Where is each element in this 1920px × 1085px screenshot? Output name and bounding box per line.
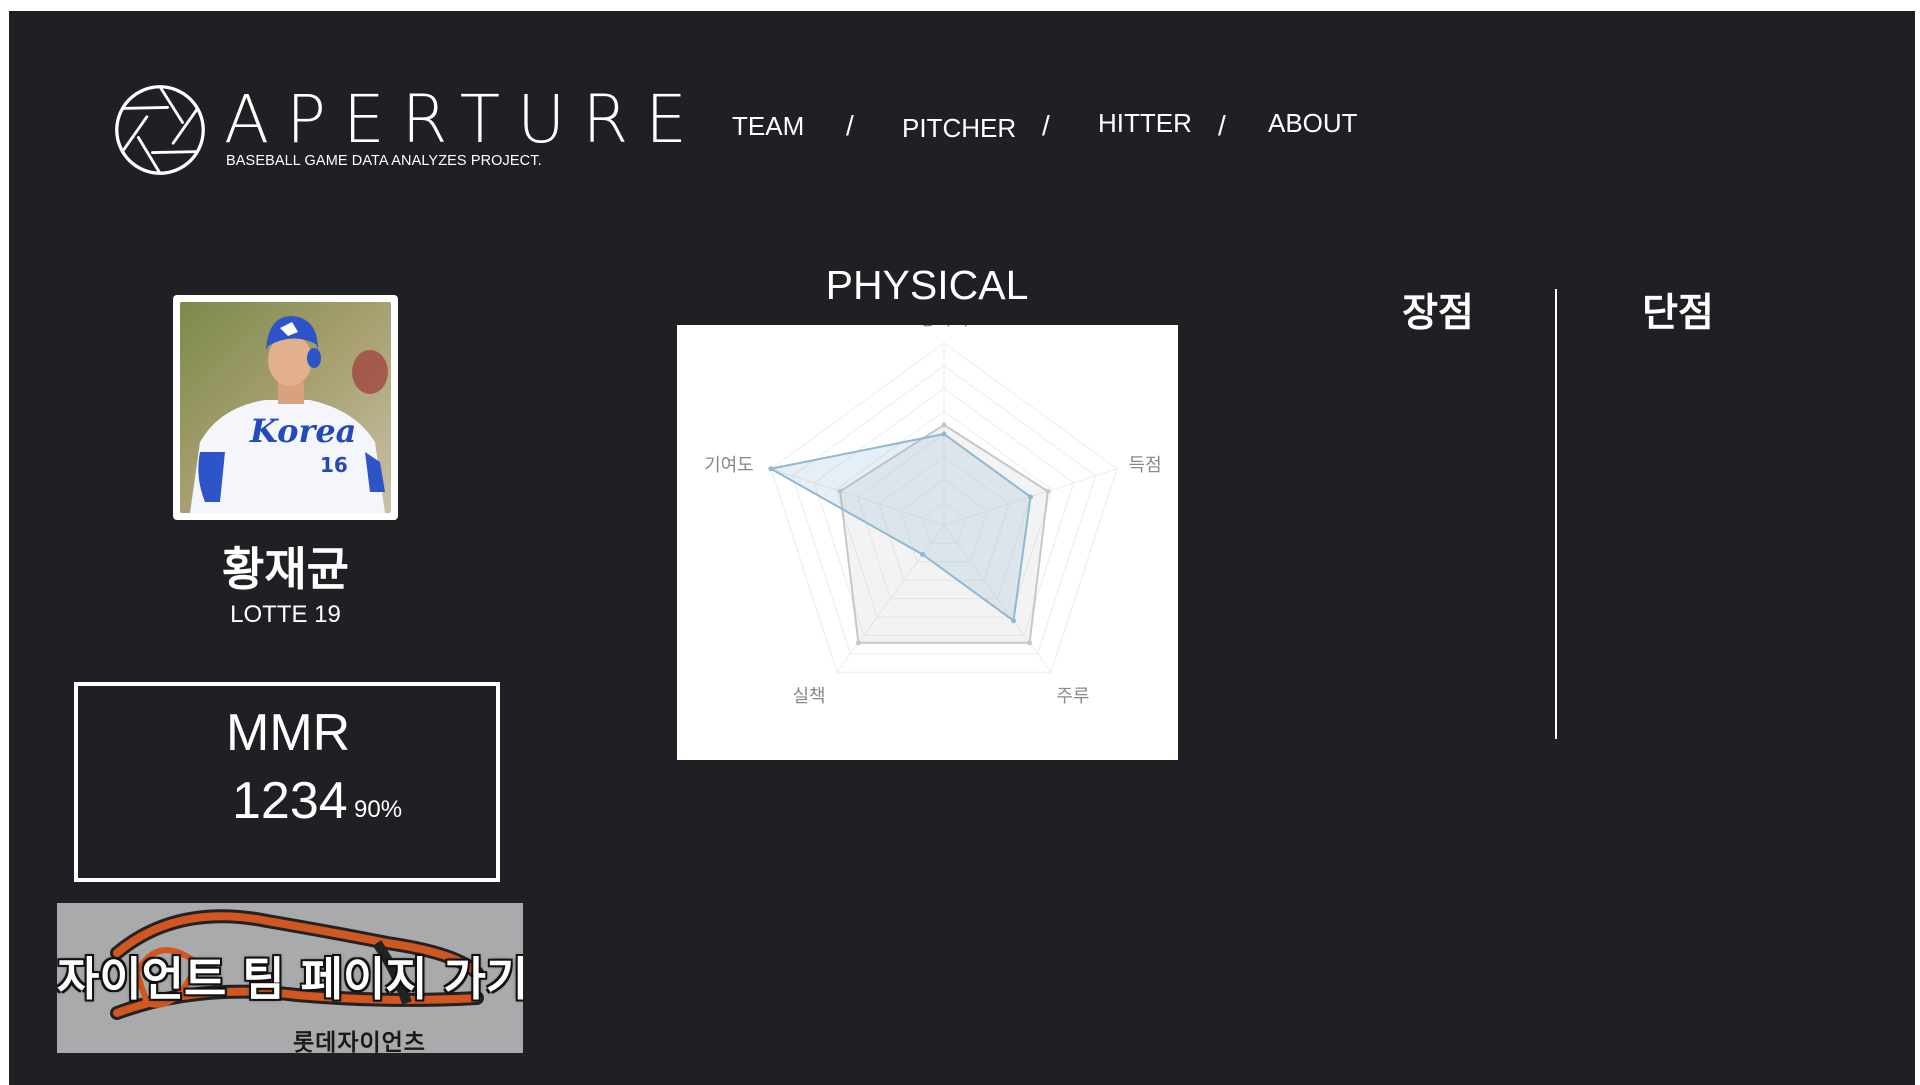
radar-data-point [941, 431, 947, 437]
radar-data-point [1011, 618, 1017, 624]
team-logo-text: 롯데자이언츠 [293, 1030, 426, 1053]
radar-axis-label: 장타력 [919, 325, 969, 330]
nav-about[interactable]: ABOUT [1268, 108, 1358, 139]
player-name: 황재균 [222, 542, 349, 596]
cons-heading: 단점 [1642, 291, 1714, 336]
pros-heading: 장점 [1402, 291, 1474, 336]
player-photo-frame: Korea 16 [173, 295, 398, 520]
team-page-button[interactable]: 자이언트 팀 페이지 가기 롯데자이언츠 [57, 903, 523, 1053]
radar-axis-label: 기여도 [704, 455, 754, 476]
radar-data-point [768, 466, 774, 472]
player-team: LOTTE 19 [230, 601, 341, 628]
column-divider [1555, 289, 1557, 739]
chart-title: PHYSICAL [825, 262, 1029, 308]
mmr-value: 1234 [232, 772, 348, 830]
radar-axis-label: 주루 [1056, 686, 1089, 707]
radar-data-point [941, 422, 947, 428]
radar-data-point [1027, 640, 1033, 646]
nav-separator: / [1218, 110, 1226, 141]
player-photo: Korea 16 [180, 302, 391, 513]
brand-tagline: BASEBALL GAME DATA ANALYZES PROJECT. [226, 153, 542, 169]
nav-separator: / [1042, 110, 1050, 141]
radar-axis-label: 실책 [792, 686, 825, 707]
nav-separator: / [846, 110, 854, 141]
svg-text:16: 16 [320, 453, 348, 477]
mmr-label: MMR [226, 704, 351, 762]
nav-pitcher[interactable]: PITCHER [902, 113, 1016, 144]
radar-data-point [855, 640, 861, 646]
brand-name[interactable]: APERTURE [224, 80, 704, 160]
team-page-label[interactable]: 자이언트 팀 페이지 가기 [57, 943, 523, 1009]
mmr-card: MMR 1234 90% [74, 682, 500, 882]
mmr-percent: 90% [354, 796, 403, 823]
nav-hitter[interactable]: HITTER [1098, 108, 1192, 139]
aperture-logo-icon[interactable] [113, 83, 207, 177]
svg-text:Korea: Korea [249, 412, 356, 450]
radar-data-point [1045, 488, 1051, 494]
radar-chart: 장타력득점주루 실책 기여도 [677, 325, 1178, 760]
radar-axis-label: 득점 [1129, 455, 1162, 476]
radar-data-point [1028, 494, 1034, 500]
nav-team[interactable]: TEAM [732, 111, 804, 142]
radar-chart-svg: 장타력득점주루 실책 기여도 [704, 325, 1162, 707]
radar-data-point [920, 551, 926, 557]
